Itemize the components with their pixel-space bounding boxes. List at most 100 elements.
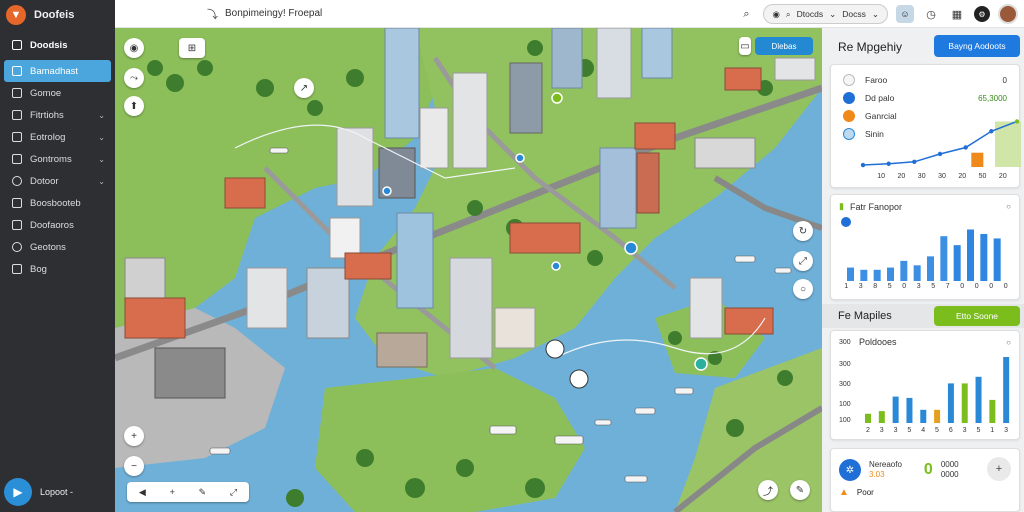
info-icon[interactable]: ○ bbox=[1006, 202, 1011, 211]
bar bbox=[1003, 357, 1010, 423]
view-toggle-button[interactable]: ⊞ bbox=[179, 38, 205, 58]
layers-button[interactable]: ⤳ bbox=[124, 68, 144, 88]
trend-point bbox=[886, 161, 891, 166]
brand[interactable]: ▼ Doofeis bbox=[0, 0, 115, 30]
play-button[interactable]: ▶ bbox=[4, 478, 32, 506]
sidebar-item-4[interactable]: Gontroms ⌄ bbox=[4, 148, 111, 170]
bar bbox=[878, 411, 885, 423]
location-pill-label: Dtocds bbox=[796, 9, 824, 19]
map-view[interactable]: ◉ ⤳ ⬆ ↗ ⊞ ▭ Dlebas ↻ ⤢ ○ + − ⤴ ✎ ◀ + ✎ ⤢ bbox=[115, 28, 822, 512]
sidebar-item-5[interactable]: Dotoor ⌄ bbox=[4, 170, 111, 192]
layers-icon bbox=[12, 132, 22, 142]
back-arrow-icon[interactable]: ⤵ bbox=[207, 6, 218, 22]
status-row[interactable]: ✲ Nereaofo 3.03 0 0000 0000 + bbox=[831, 449, 1019, 481]
info-icon[interactable]: ○ bbox=[1006, 338, 1011, 347]
sidebar: ▼ Doofeis Doodsis Bamadhast Gomoe Fitrti… bbox=[0, 0, 115, 512]
map-canvas[interactable] bbox=[115, 28, 822, 512]
bar-tick-label: 8 bbox=[873, 283, 878, 290]
trend-bar bbox=[971, 152, 984, 167]
settings-icon[interactable]: ⚙ bbox=[974, 6, 990, 22]
sidebar-item-0[interactable]: Bamadhast bbox=[4, 60, 111, 82]
section-action-button[interactable]: Etto Soone bbox=[934, 306, 1020, 326]
trend-tick-label: 20 bbox=[998, 173, 1007, 180]
summary-row-0[interactable]: Faroo 0 bbox=[831, 71, 1019, 89]
reset-view-button[interactable]: ○ bbox=[793, 279, 813, 299]
bar bbox=[961, 383, 968, 423]
tools-icon bbox=[12, 220, 22, 230]
trash-icon[interactable]: ▦ bbox=[948, 5, 966, 23]
bar-chart-title: Fatr Fanopor bbox=[849, 201, 902, 212]
sidebar-item-3[interactable]: Eotrolog ⌄ bbox=[4, 126, 111, 148]
sidebar-header-label: Doodsis bbox=[30, 39, 68, 51]
sidebar-footer: ▶ Lopoot - bbox=[4, 478, 111, 506]
fire-icon bbox=[843, 110, 855, 122]
add-icon[interactable]: + bbox=[170, 487, 175, 497]
bar-tick-label: 0 bbox=[902, 283, 907, 290]
add-button[interactable]: + bbox=[987, 457, 1011, 481]
sidebar-item-9[interactable]: Bog bbox=[4, 258, 111, 280]
bar bbox=[873, 269, 881, 281]
status-small: 0000 0000 bbox=[941, 460, 959, 480]
sidebar-item-8[interactable]: Geotons bbox=[4, 236, 111, 258]
location-pill[interactable]: ◉ ⌕ Dtocds ⌄ Docss ⌄ bbox=[763, 4, 888, 24]
summary-row-value: 65,3000 bbox=[978, 93, 1007, 103]
bar bbox=[900, 260, 908, 281]
bar-tick-label: 3 bbox=[893, 427, 898, 434]
sidebar-item-label: Fitrtiohs bbox=[30, 109, 64, 121]
bar bbox=[860, 269, 868, 281]
bar bbox=[947, 383, 954, 423]
zoom-out-button[interactable]: − bbox=[124, 456, 144, 476]
sidebar-item-2[interactable]: Fitrtiohs ⌄ bbox=[4, 104, 111, 126]
primary-action-button[interactable]: Bayng Aodoots bbox=[934, 35, 1020, 57]
menu-icon bbox=[12, 40, 22, 50]
sidebar-item-6[interactable]: Boosbooteb bbox=[4, 192, 111, 214]
user-label[interactable]: Lopoot - bbox=[40, 487, 73, 497]
bar bbox=[989, 399, 996, 423]
measure-button[interactable]: ✎ bbox=[790, 480, 810, 500]
profile-card-icon[interactable]: ☺ bbox=[896, 5, 914, 23]
clock-icon[interactable]: ◷ bbox=[922, 5, 940, 23]
bar-tick-label: 5 bbox=[887, 283, 892, 290]
zoom-in-button[interactable]: + bbox=[124, 426, 144, 446]
trend-point bbox=[989, 129, 994, 134]
flag-icon bbox=[843, 74, 855, 86]
map-tag-badge[interactable]: Dlebas bbox=[755, 37, 813, 55]
sidebar-header[interactable]: Doodsis bbox=[4, 34, 111, 56]
trend-tick-label: 30 bbox=[917, 173, 926, 180]
expand-icon[interactable]: ⤢ bbox=[230, 487, 237, 498]
rotate-button[interactable]: ↻ bbox=[793, 221, 813, 241]
bar bbox=[993, 238, 1001, 281]
trend-tick-label: 50 bbox=[978, 173, 987, 180]
sidebar-item-label: Gomoe bbox=[30, 87, 62, 99]
sidebar-item-label: Dotoor bbox=[30, 175, 59, 187]
avatar[interactable] bbox=[998, 4, 1018, 24]
chevron-down-icon: ⌄ bbox=[98, 154, 105, 164]
cursor-button[interactable]: ↗ bbox=[294, 78, 314, 98]
status-small-2: 0000 bbox=[940, 470, 959, 479]
bar bbox=[887, 267, 894, 281]
network-icon: ✲ bbox=[839, 459, 861, 481]
status-row-2[interactable]: ▲ Poor bbox=[831, 481, 1019, 498]
gauge-icon bbox=[843, 128, 855, 140]
trend-point bbox=[1014, 119, 1020, 124]
y-label: 100 bbox=[839, 401, 851, 408]
draw-icon[interactable]: ✎ bbox=[199, 487, 207, 498]
tilt-button[interactable]: ⤢ bbox=[793, 251, 813, 271]
walk-button[interactable]: ⤴ bbox=[758, 480, 778, 500]
summary-row-1[interactable]: Dd palo 65,3000 bbox=[831, 89, 1019, 107]
multi-bar-header: Poldooes ○ bbox=[831, 331, 1019, 353]
sidebar-item-7[interactable]: Doofaoros bbox=[4, 214, 111, 236]
section-bar: Fe Mapiles Etto Soone bbox=[822, 304, 1024, 328]
bar-tick-label: 3 bbox=[916, 283, 921, 290]
location-icon bbox=[12, 242, 22, 252]
chevron-down-icon: ⌄ bbox=[829, 8, 837, 19]
sidebar-item-1[interactable]: Gomoe bbox=[4, 82, 111, 104]
trend-line bbox=[862, 120, 1018, 166]
network-icon bbox=[843, 92, 855, 104]
top-bar: ⤵ Bonpimeingy! Froepal ⌕ ◉ ⌕ Dtocds ⌄ Do… bbox=[115, 0, 1024, 28]
compass-button[interactable]: ⬆ bbox=[124, 96, 144, 116]
search-icon[interactable]: ⌕ bbox=[737, 5, 755, 23]
map-pin-button[interactable]: ◉ bbox=[124, 38, 144, 58]
panel-title: Re Mpgehiy bbox=[838, 40, 903, 54]
play-back-icon[interactable]: ◀ bbox=[139, 487, 146, 498]
